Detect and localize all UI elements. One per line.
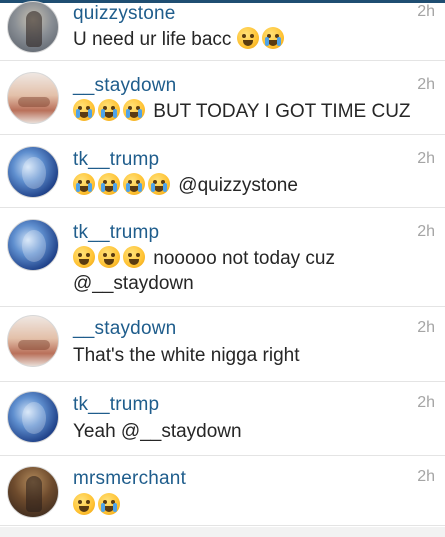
comment-body: BUT TODAY I GOT TIME CUZ: [153, 101, 411, 122]
crying-emoji: [98, 173, 120, 195]
comment-row: __staydown 2h That's the white nigga rig…: [0, 307, 445, 382]
crying-emoji: [98, 493, 120, 515]
crying-emoji: [261, 27, 284, 49]
comment-text: @quizzystone: [73, 173, 433, 198]
comment-username[interactable]: mrsmerchant: [73, 468, 186, 490]
weary-emoji: [98, 246, 120, 268]
crying-emoji: [98, 99, 120, 121]
weary-emoji: [123, 246, 145, 268]
avatar[interactable]: [7, 1, 59, 53]
comment-text: [73, 493, 433, 518]
avatar[interactable]: [7, 315, 59, 367]
comment-username[interactable]: __staydown: [73, 75, 176, 97]
weary-emoji: [73, 493, 95, 515]
crying-emoji: [73, 99, 95, 121]
comment-row: mrsmerchant 2h: [0, 456, 445, 526]
avatar[interactable]: [7, 391, 59, 443]
comment-time: 2h: [417, 468, 435, 485]
comment-body: U need ur life bacc: [73, 29, 232, 50]
comment-list: quizzystone 2h U need ur life bacc __sta…: [0, 0, 445, 526]
comment-row: __staydown 2h BUT TODAY I GOT TIME CUZ: [0, 61, 445, 135]
comment-row: tk__trump 2h nooooo not today cuz @__sta…: [0, 208, 445, 307]
avatar[interactable]: [7, 219, 59, 271]
comment-time: 2h: [417, 3, 435, 20]
comment-row: quizzystone 2h U need ur life bacc: [0, 0, 445, 61]
mention-link[interactable]: @quizzystone: [178, 175, 298, 196]
comment-username[interactable]: __staydown: [73, 318, 176, 340]
comment-username[interactable]: tk__trump: [73, 149, 159, 171]
avatar[interactable]: [7, 72, 59, 124]
crying-emoji: [148, 173, 170, 195]
comment-text: That's the white nigga right: [73, 345, 300, 366]
comment-row: tk__trump 2h Yeah @__staydown: [0, 382, 445, 456]
comment-text: BUT TODAY I GOT TIME CUZ: [73, 99, 433, 124]
comment-username[interactable]: tk__trump: [73, 222, 159, 244]
comment-username[interactable]: quizzystone: [73, 3, 176, 25]
comment-time: 2h: [417, 223, 435, 240]
joy-emoji: [236, 27, 259, 49]
comment-time: 2h: [417, 319, 435, 336]
comment-time: 2h: [417, 76, 435, 93]
avatar[interactable]: [7, 466, 59, 518]
weary-emoji: [73, 246, 95, 268]
comment-text: Yeah @__staydown: [73, 421, 242, 442]
comment-time: 2h: [417, 150, 435, 167]
bottom-bar: [0, 527, 445, 537]
crying-emoji: [73, 173, 95, 195]
comment-time: 2h: [417, 394, 435, 411]
crying-emoji: [123, 173, 145, 195]
comment-text: U need ur life bacc: [73, 27, 433, 52]
comment-row: tk__trump 2h @quizzystone: [0, 135, 445, 208]
comment-username[interactable]: tk__trump: [73, 394, 159, 416]
avatar[interactable]: [7, 146, 59, 198]
crying-emoji: [123, 99, 145, 121]
comment-text: nooooo not today cuz @__staydown: [73, 246, 433, 296]
